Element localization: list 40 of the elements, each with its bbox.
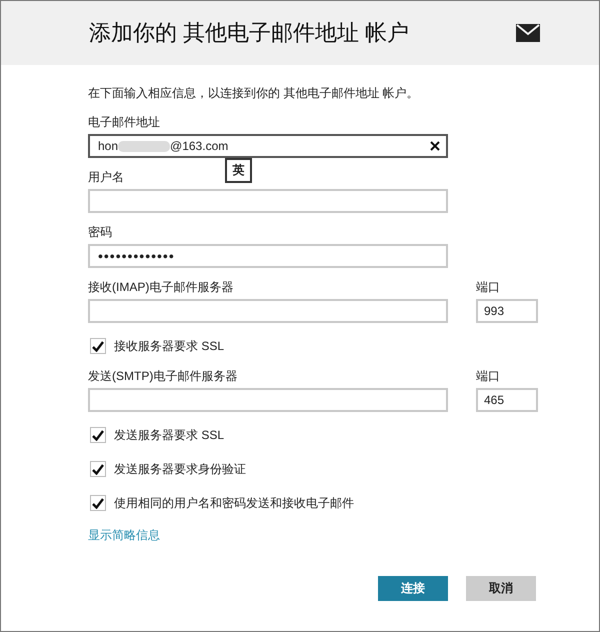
port-field[interactable]: 465 — [476, 388, 538, 412]
close-icon[interactable] — [430, 141, 440, 151]
field-label: 接收(IMAP)电子邮件服务器 — [88, 280, 234, 294]
check-icon — [92, 430, 104, 440]
email-field[interactable]: hon @163.com — [88, 134, 448, 158]
checkbox-label: 发送服务器要求 SSL — [114, 426, 224, 444]
input-field[interactable] — [88, 388, 448, 412]
checkbox-label: 发送服务器要求身份验证 — [114, 460, 246, 478]
checkbox[interactable] — [90, 461, 106, 477]
password-field[interactable]: ••••••••••••• — [88, 244, 448, 268]
window-title: 添加你的 其他电子邮件地址 帐户 — [89, 19, 410, 47]
port-value: 993 — [483, 304, 504, 318]
password-dots: ••••••••••••• — [97, 248, 175, 264]
connect-button[interactable]: 连接 — [378, 576, 448, 601]
checkbox[interactable] — [90, 427, 106, 443]
input-field[interactable] — [88, 299, 448, 323]
checkbox-label: 接收服务器要求 SSL — [114, 338, 224, 354]
checkbox-label: 使用相同的用户名和密码发送和接收电子邮件 — [114, 494, 354, 512]
details-link[interactable]: 显示简略信息 — [88, 527, 160, 544]
field-label: 端口 — [476, 369, 501, 383]
field-label: 密码 — [88, 225, 113, 239]
checkbox[interactable] — [90, 338, 106, 354]
blurred-text — [118, 140, 170, 152]
port-value: 465 — [483, 393, 504, 407]
field-label: 用户名 — [88, 170, 125, 184]
email-text: @163.com — [170, 139, 228, 153]
field-label: 端口 — [476, 280, 501, 294]
field-label: 电子邮件地址 — [88, 115, 161, 129]
field-label: 发送(SMTP)电子邮件服务器 — [88, 369, 238, 383]
intro-text: 在下面输入相应信息，以连接到你的 其他电子邮件地址 帐户。 — [88, 85, 420, 102]
port-field[interactable]: 993 — [476, 299, 538, 323]
input-field[interactable] — [88, 189, 448, 213]
email-text: hon — [98, 139, 118, 153]
mail-icon — [516, 24, 540, 42]
check-icon — [92, 464, 104, 474]
check-icon — [92, 340, 104, 352]
check-icon — [92, 498, 104, 508]
checkbox[interactable] — [90, 495, 106, 511]
ime-indicator: 英 — [225, 158, 252, 183]
cancel-button[interactable]: 取消 — [466, 576, 536, 601]
